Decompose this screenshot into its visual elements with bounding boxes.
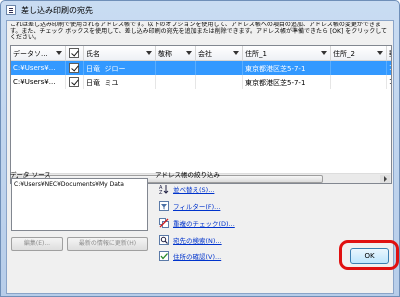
- cell-address2: [331, 75, 387, 89]
- name-part: 日竜: [86, 65, 100, 73]
- name-part: ジロー: [104, 65, 126, 73]
- chevron-down-icon: [233, 51, 239, 55]
- cell-name: 日竜 ミユ: [84, 75, 156, 89]
- edit-button[interactable]: 編集(E)...: [11, 237, 63, 251]
- column-header-address1[interactable]: 住所_1: [243, 46, 331, 61]
- recipient-list[interactable]: データソ... 氏名 敬称 会社 住所_1 住所_2 C:¥Users¥... …: [10, 45, 392, 184]
- column-header-label: 住所_1: [245, 50, 267, 58]
- filter-icon: [159, 201, 169, 211]
- column-header-source[interactable]: データソ...: [11, 46, 66, 61]
- validate-address-link[interactable]: 住所の確認(V)...: [159, 250, 299, 262]
- column-header-label: 郵: [389, 50, 391, 58]
- cell-source: C:¥Users¥...: [11, 75, 66, 89]
- scroll-right-icon[interactable]: [380, 175, 390, 183]
- cell-address1: 東京都港区芝5-7-1: [243, 61, 331, 75]
- column-header-row: データソ... 氏名 敬称 会社 住所_1 住所_2: [11, 46, 391, 61]
- table-row[interactable]: C:¥Users¥... 日竜 ジロー 東京都港区芝5-7-1 108: [11, 61, 391, 75]
- cell-checkbox: [66, 75, 84, 89]
- column-header-label: データソ...: [13, 50, 48, 58]
- description-text: これは差し込み印刷で使用されるアドレス帳です。以下のオプションを使用して、アドレ…: [10, 22, 388, 42]
- refine-label: アドレス帳の絞り込み: [155, 171, 220, 179]
- find-recipient-icon: [159, 235, 169, 245]
- name-part: ミユ: [104, 79, 119, 87]
- column-header-select-all[interactable]: [66, 46, 84, 61]
- column-header-label: 住所_2: [333, 50, 355, 58]
- title-bar[interactable]: 差し込み印刷の宛先: [1, 1, 399, 19]
- cell-postal: 108: [387, 75, 391, 89]
- refresh-button[interactable]: 最新の情報に更新(H): [67, 237, 148, 251]
- duplicates-link[interactable]: 重複のチェック(D)...: [159, 217, 299, 229]
- column-header-company[interactable]: 会社: [196, 46, 243, 61]
- link-label: 住所の確認(V)...: [173, 253, 222, 261]
- validate-address-icon: [159, 251, 169, 261]
- recipient-checkbox[interactable]: [69, 77, 79, 87]
- cell-source: C:¥Users¥...: [11, 61, 66, 75]
- link-label: 宛先の検索(N)...: [173, 237, 222, 245]
- cell-checkbox: [66, 61, 84, 75]
- sort-icon: A Z: [159, 185, 169, 194]
- cell-honorific: [156, 75, 196, 89]
- column-header-address2[interactable]: 住所_2: [331, 46, 387, 61]
- cell-company: [196, 75, 243, 89]
- select-all-checkbox[interactable]: [69, 48, 79, 58]
- filter-link[interactable]: フィルター(F)...: [159, 200, 299, 212]
- recipient-checkbox[interactable]: [69, 63, 79, 73]
- svg-text:Z: Z: [159, 190, 163, 194]
- chevron-down-icon: [146, 51, 152, 55]
- link-label: フィルター(F)...: [173, 203, 221, 211]
- find-recipient-link[interactable]: 宛先の検索(N)...: [159, 234, 299, 246]
- link-label: 重複のチェック(D)...: [173, 220, 235, 228]
- link-label: 並べ替え(S)...: [173, 186, 215, 194]
- dialog-title: 差し込み印刷の宛先: [21, 6, 93, 15]
- column-header-honorific[interactable]: 敬称: [156, 46, 196, 61]
- column-header-label: 氏名: [86, 50, 100, 58]
- table-row[interactable]: C:¥Users¥... 日竜 ミユ 東京都港区芝5-7-1 108: [11, 75, 391, 89]
- name-part: 日竜: [86, 79, 100, 87]
- duplicates-icon: [159, 218, 169, 228]
- chevron-down-icon: [321, 51, 327, 55]
- cell-name: 日竜 ジロー: [84, 61, 156, 75]
- cell-honorific: [156, 61, 196, 75]
- column-header-label: 敬称: [158, 50, 172, 58]
- column-header-label: 会社: [198, 50, 212, 58]
- cell-company: [196, 61, 243, 75]
- ok-button[interactable]: OK: [350, 248, 389, 264]
- cell-address1: 東京都港区芝5-7-1: [243, 75, 331, 89]
- column-header-name[interactable]: 氏名: [84, 46, 156, 61]
- column-header-postal[interactable]: 郵: [387, 46, 391, 61]
- chevron-down-icon: [186, 51, 192, 55]
- list-item[interactable]: C:¥Users¥NEC¥Documents¥My Data: [14, 181, 124, 188]
- mail-merge-recipients-dialog: 差し込み印刷の宛先 これは差し込み印刷で使用されるアドレス帳です。以下のオプショ…: [0, 0, 400, 297]
- chevron-down-icon: [56, 51, 62, 55]
- cell-postal: 108: [387, 61, 391, 75]
- dialog-icon: [6, 5, 16, 15]
- sort-link[interactable]: A Z 並べ替え(S)...: [159, 183, 299, 195]
- datasource-list[interactable]: C:¥Users¥NEC¥Documents¥My Data: [11, 178, 148, 231]
- cell-address2: [331, 61, 387, 75]
- chevron-down-icon: [377, 51, 383, 55]
